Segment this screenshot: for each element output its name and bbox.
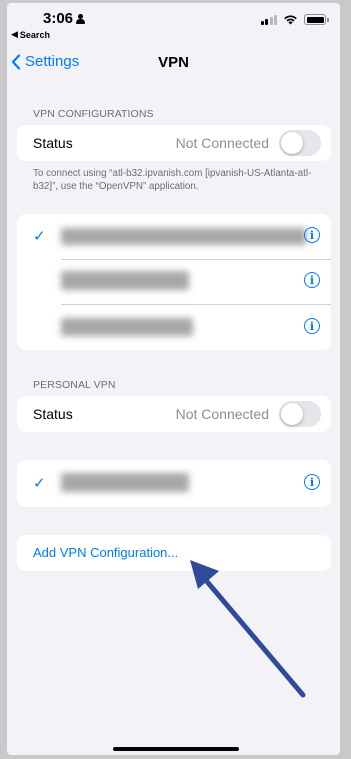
vpn-config-row-2[interactable]: i bbox=[17, 259, 331, 304]
personal-vpn-status-group: Status Not Connected bbox=[17, 396, 331, 432]
info-icon[interactable]: i bbox=[304, 474, 320, 490]
info-icon[interactable]: i bbox=[304, 318, 320, 334]
page-title: VPN bbox=[158, 54, 189, 71]
add-vpn-group: Add VPN Configuration... bbox=[17, 535, 331, 571]
vpn-status-row: Status Not Connected bbox=[17, 125, 331, 161]
status-bar: 3:06 ◀ Search bbox=[7, 3, 340, 49]
status-value: Not Connected bbox=[175, 406, 269, 422]
status-value: Not Connected bbox=[175, 135, 269, 151]
info-icon[interactable]: i bbox=[304, 272, 320, 288]
personal-vpn-status-toggle[interactable] bbox=[279, 401, 321, 427]
section-header-vpn-configurations: VPN CONFIGURATIONS bbox=[33, 108, 154, 120]
status-label: Status bbox=[33, 135, 73, 151]
back-app-label: Search bbox=[19, 29, 50, 40]
info-icon[interactable]: i bbox=[304, 227, 320, 243]
status-label: Status bbox=[33, 406, 73, 422]
vpn-configurations-list: ✓ i i i bbox=[17, 214, 331, 350]
vpn-status-group: Status Not Connected bbox=[17, 125, 331, 161]
section-header-personal-vpn: PERSONAL VPN bbox=[33, 379, 116, 391]
add-vpn-configuration-button[interactable]: Add VPN Configuration... bbox=[33, 545, 178, 560]
back-to-app-button[interactable]: ◀ Search bbox=[11, 29, 50, 40]
navigation-bar: Settings VPN bbox=[7, 49, 340, 79]
back-triangle-icon: ◀ bbox=[11, 29, 18, 39]
person-icon bbox=[76, 13, 86, 24]
vpn-config-row-1[interactable]: ✓ i bbox=[17, 214, 331, 259]
personal-vpn-list: ✓ i bbox=[17, 460, 331, 507]
obscured-config-name bbox=[61, 271, 189, 290]
personal-vpn-config-row[interactable]: ✓ i bbox=[17, 461, 331, 506]
status-time: 3:06 bbox=[43, 10, 86, 27]
vpn-config-footnote: To connect using “atl-b32.ipvanish.com [… bbox=[33, 168, 312, 192]
vpn-config-row-3[interactable]: i bbox=[17, 305, 331, 350]
personal-vpn-status-row: Status Not Connected bbox=[17, 396, 331, 432]
battery-icon bbox=[304, 14, 329, 25]
home-indicator bbox=[113, 747, 239, 751]
obscured-config-name bbox=[61, 318, 193, 336]
status-time-text: 3:06 bbox=[43, 10, 74, 27]
status-indicators bbox=[260, 14, 329, 25]
wifi-icon bbox=[284, 15, 297, 25]
checkmark-icon: ✓ bbox=[33, 228, 46, 245]
cellular-signal-icon bbox=[260, 14, 277, 25]
phone-screen: 3:06 ◀ Search Settings VPN VPN CONFIGURA… bbox=[7, 3, 340, 755]
checkmark-icon: ✓ bbox=[33, 475, 46, 492]
obscured-config-name bbox=[61, 473, 189, 492]
obscured-config-name bbox=[61, 228, 306, 245]
vpn-status-toggle[interactable] bbox=[279, 130, 321, 156]
